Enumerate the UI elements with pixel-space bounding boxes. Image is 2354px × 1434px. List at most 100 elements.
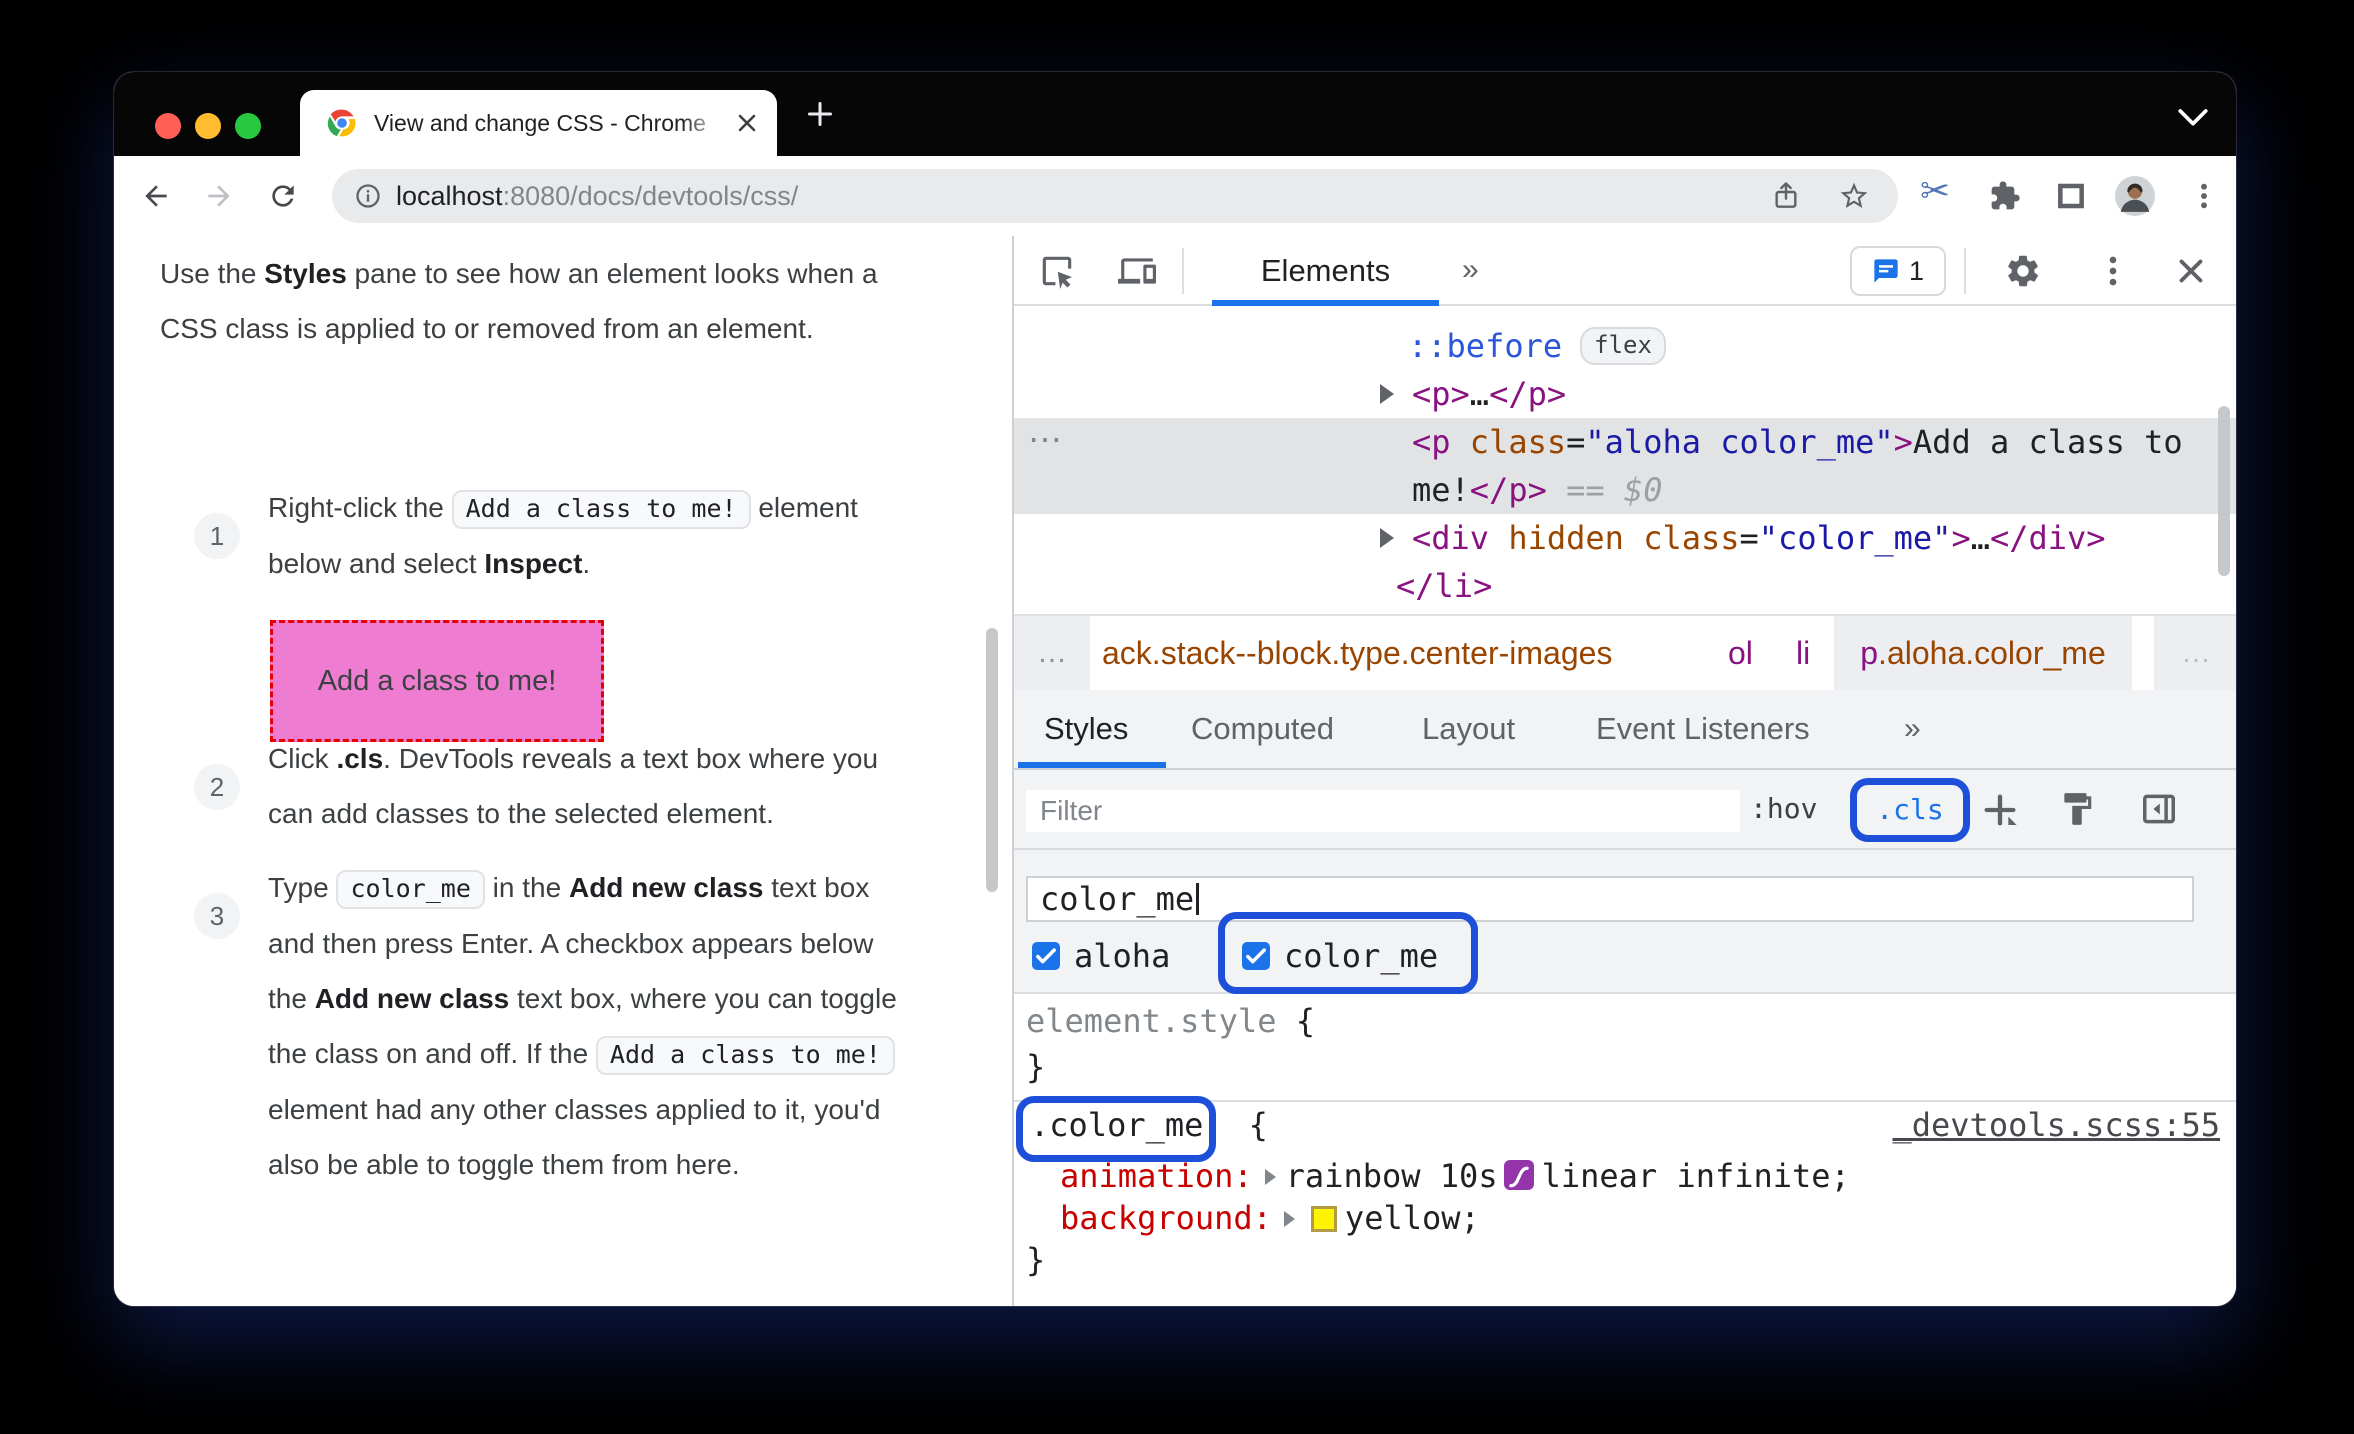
step-number-badge: 2 [194, 764, 240, 810]
declaration-background[interactable]: background: yellow; [1060, 1197, 1480, 1239]
dom-row-div-hidden[interactable]: <div hidden class="color_me">…</div> [1014, 514, 2236, 562]
styles-filter-bar: :hov .cls [1014, 770, 2236, 850]
declaration-animation[interactable]: animation: rainbow 10s linear infinite; [1060, 1155, 1850, 1197]
tab-search-chevron-icon[interactable] [2176, 108, 2210, 133]
step-2-text: Click .cls. DevTools reveals a text box … [268, 743, 879, 829]
breadcrumb-overflow-left[interactable]: … [1014, 616, 1090, 692]
color-me-selector: .color_me [1030, 1106, 1204, 1144]
browser-window: View and change CSS - Chrome localhost:8… [114, 72, 2236, 1306]
inspect-element-icon[interactable] [1038, 252, 1076, 295]
address-bar[interactable]: localhost:8080/docs/devtools/css/ [332, 169, 1898, 223]
breadcrumb-item-selected[interactable]: p.aloha.color_me [1834, 616, 2132, 692]
profile-avatar[interactable] [2115, 176, 2155, 221]
side-panel-icon[interactable] [2055, 180, 2087, 212]
breadcrumb-item-ol[interactable]: ol [1728, 616, 1753, 692]
new-style-rule-plus-icon[interactable] [1980, 790, 2020, 835]
settings-gear-icon[interactable] [2004, 252, 2042, 295]
pseudo-state-toggle[interactable]: :hov [1750, 770, 1817, 850]
devtools-menu-kebab-icon[interactable] [2094, 252, 2132, 295]
checkbox-label-aloha[interactable]: aloha [1074, 936, 1170, 976]
tab-close-icon[interactable] [733, 109, 761, 142]
breadcrumb-item-stack[interactable]: ack.stack--block.type.center-images [1102, 616, 1612, 692]
browser-toolbar: localhost:8080/docs/devtools/css/ ✂ [114, 156, 2236, 238]
color-swatch-yellow[interactable] [1310, 1206, 1337, 1232]
device-toolbar-icon[interactable] [1118, 252, 1156, 295]
scissors-extension-icon[interactable]: ✂ [1920, 170, 1950, 212]
chat-bubble-icon [1874, 259, 1898, 283]
checkbox-aloha[interactable] [1032, 942, 1060, 970]
dom-scrollbar-thumb[interactable] [2218, 406, 2230, 576]
flex-badge[interactable]: flex [1580, 327, 1666, 365]
tab-layout[interactable]: Layout [1422, 690, 1515, 770]
styles-tab-underline [1018, 762, 1166, 768]
messages-count: 1 [1908, 255, 1925, 286]
expand-arrow-icon[interactable] [1380, 384, 1394, 404]
toolbar-divider [1964, 248, 1966, 294]
add-new-class-input[interactable]: color_me [1026, 876, 2194, 922]
color-me-close-brace: } [1026, 1241, 1046, 1279]
url-host: localhost [396, 181, 503, 211]
filter-input[interactable] [1026, 790, 1740, 832]
url-text[interactable]: localhost:8080/docs/devtools/css/ [396, 169, 798, 223]
expand-value-arrow-icon[interactable] [1283, 1211, 1295, 1227]
traffic-zoom-button[interactable] [235, 113, 261, 139]
doc-content-pane: Use the Styles pane to see how an elemen… [114, 236, 1012, 1306]
more-panels-chevron[interactable]: » [1462, 236, 1479, 306]
more-sidebar-tabs-chevron[interactable]: » [1904, 690, 1921, 770]
element-style-selector: element.style [1026, 1002, 1277, 1040]
add-new-class-value: color_me [1040, 880, 1195, 918]
breadcrumb-overflow-right[interactable]: … [2154, 616, 2236, 692]
devtools-toolbar: Elements » 1 [1014, 236, 2236, 306]
traffic-minimize-button[interactable] [195, 113, 221, 139]
checkbox-label-color-me[interactable]: color_me [1284, 936, 1438, 976]
class-toggle-cls[interactable]: .cls [1857, 785, 1963, 835]
expand-arrow-icon[interactable] [1380, 528, 1394, 548]
step-number-badge: 1 [194, 513, 240, 559]
reload-icon[interactable] [267, 180, 299, 212]
open-brace: { [1248, 1106, 1268, 1144]
tab-styles[interactable]: Styles [1044, 690, 1128, 770]
forward-icon[interactable] [203, 180, 235, 212]
expand-value-arrow-icon[interactable] [1264, 1169, 1276, 1185]
step-1-text: Right-click the Add a class to me! eleme… [268, 490, 858, 579]
share-icon[interactable] [1770, 180, 1802, 212]
screen-background: View and change CSS - Chrome localhost:8… [0, 0, 2354, 1434]
new-tab-button[interactable] [802, 96, 838, 137]
tab-computed[interactable]: Computed [1191, 690, 1334, 770]
paint-brush-icon[interactable] [2058, 790, 2096, 833]
bookmark-star-icon[interactable] [1838, 180, 1870, 212]
site-info-icon[interactable] [354, 182, 382, 215]
bezier-curve-icon[interactable] [1503, 1160, 1534, 1190]
element-style-close-brace: } [1026, 1048, 1046, 1086]
dom-row-p-collapsed[interactable]: <p>…</p> [1014, 370, 2236, 418]
console-messages-button[interactable]: 1 [1850, 246, 1946, 296]
stylesheet-source-link[interactable]: _devtools.scss:55 [1892, 1106, 2220, 1144]
back-icon[interactable] [140, 180, 172, 212]
tab-event-listeners[interactable]: Event Listeners [1596, 690, 1810, 770]
browser-menu-kebab-icon[interactable] [2188, 180, 2220, 212]
checkbox-color-me[interactable] [1242, 942, 1270, 970]
traffic-close-button[interactable] [155, 113, 181, 139]
dom-row-pseudo-before[interactable]: ::before flex [1014, 322, 2236, 370]
browser-tab[interactable]: View and change CSS - Chrome [300, 90, 777, 156]
toolbar-divider [1182, 248, 1184, 294]
devtools-close-icon[interactable] [2172, 252, 2210, 295]
active-tab-underline [1212, 300, 1439, 306]
doc-scrollbar-thumb[interactable] [986, 628, 998, 892]
doc-intro-paragraph: Use the Styles pane to see how an elemen… [160, 258, 878, 344]
overflow-dots[interactable]: ⋯ [1028, 418, 1062, 466]
url-path: :8080/docs/devtools/css/ [502, 181, 799, 211]
dom-row-li-close[interactable]: </li> [1014, 562, 2236, 610]
breadcrumb-item-li[interactable]: li [1796, 616, 1810, 692]
demo-box-label: Add a class to me! [317, 664, 557, 697]
dom-row-selected[interactable]: ⋯ <p class="aloha color_me">Add a class … [1014, 418, 2236, 514]
show-sidebar-panel-icon[interactable] [2140, 790, 2178, 833]
rule-color-me[interactable]: .color_me { _devtools.scss:55 animation:… [1014, 1096, 2236, 1306]
extensions-puzzle-icon[interactable] [1989, 180, 2021, 212]
tab-elements[interactable]: Elements [1212, 236, 1439, 306]
text-caret [1196, 883, 1200, 915]
rule-element-style[interactable]: element.style { } [1014, 994, 2236, 1102]
demo-add-class-box[interactable]: Add a class to me! [270, 620, 604, 742]
annotation-ring-cls: .cls [1850, 778, 1970, 842]
dom-breadcrumb: … ack.stack--block.type.center-images ol… [1014, 614, 2236, 692]
